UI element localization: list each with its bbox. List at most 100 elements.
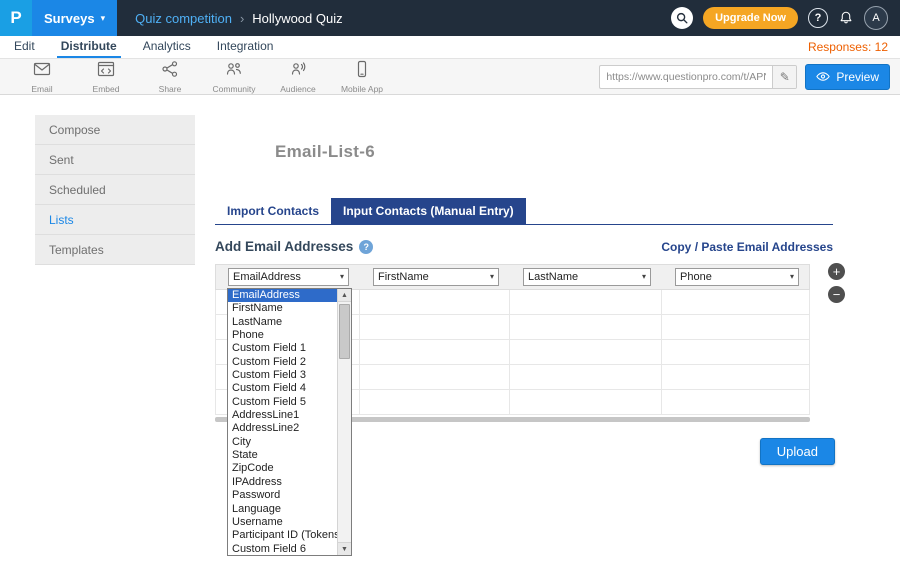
cell-firstname[interactable] xyxy=(360,390,510,414)
dropdown-option[interactable]: Password xyxy=(228,489,351,502)
column-select-emailaddress[interactable]: EmailAddress ▾ xyxy=(228,268,349,286)
chevron-down-icon: ▾ xyxy=(101,14,106,23)
breadcrumb-parent[interactable]: Quiz competition xyxy=(135,11,232,26)
cell-firstname[interactable] xyxy=(360,290,510,314)
sidebar-item-compose[interactable]: Compose xyxy=(35,115,195,145)
dropdown-option[interactable]: AddressLine1 xyxy=(228,409,351,422)
dropdown-option[interactable]: City xyxy=(228,436,351,449)
add-row-button[interactable]: + xyxy=(828,263,845,280)
surveys-menu[interactable]: P Surveys ▾ xyxy=(0,0,117,36)
column-header-3: LastName ▾ xyxy=(511,268,663,286)
dropdown-option[interactable]: Custom Field 1 xyxy=(228,342,351,355)
dropdown-option[interactable]: Custom Field 5 xyxy=(228,396,351,409)
dropdown-option[interactable]: IPAddress xyxy=(228,476,351,489)
column-select-phone[interactable]: Phone ▾ xyxy=(675,268,799,286)
tab-edit[interactable]: Edit xyxy=(10,36,39,58)
section-help-icon[interactable]: ? xyxy=(359,240,373,254)
dropdown-option[interactable]: Custom Field 2 xyxy=(228,356,351,369)
tool-community[interactable]: Community xyxy=(202,60,266,94)
tool-email-label: Email xyxy=(31,84,52,94)
remove-row-button[interactable]: − xyxy=(828,286,845,303)
notifications-bell-icon[interactable] xyxy=(838,10,854,26)
column-header-4: Phone ▾ xyxy=(663,268,811,286)
tool-embed[interactable]: Embed xyxy=(74,60,138,94)
row-controls: + − xyxy=(828,263,845,303)
mobile-app-icon xyxy=(353,60,371,83)
tab-integration[interactable]: Integration xyxy=(213,36,278,58)
tool-audience[interactable]: Audience xyxy=(266,60,330,94)
dropdown-option[interactable]: ZipCode xyxy=(228,462,351,475)
sidebar-item-scheduled[interactable]: Scheduled xyxy=(35,175,195,205)
search-icon[interactable] xyxy=(671,7,693,29)
scroll-up-icon[interactable]: ▲ xyxy=(338,289,351,302)
brand-label: Surveys ▾ xyxy=(32,0,117,36)
upload-button[interactable]: Upload xyxy=(760,438,835,465)
cell-phone[interactable] xyxy=(662,365,809,389)
cell-phone[interactable] xyxy=(662,340,809,364)
tool-mobile-app-label: Mobile App xyxy=(341,84,383,94)
tab-analytics[interactable]: Analytics xyxy=(139,36,195,58)
breadcrumb-current: Hollywood Quiz xyxy=(252,11,342,26)
scroll-down-icon[interactable]: ▼ xyxy=(338,542,351,555)
topbar: P Surveys ▾ Quiz competition › Hollywood… xyxy=(0,0,900,36)
section-header-row: Add Email Addresses ? Copy / Paste Email… xyxy=(215,239,833,254)
help-icon[interactable]: ? xyxy=(808,8,828,28)
chevron-down-icon: ▾ xyxy=(642,273,646,281)
dropdown-option[interactable]: Custom Field 6 xyxy=(228,543,351,556)
tool-share-label: Share xyxy=(159,84,182,94)
distribute-toolbar: Email Embed Share Community Audience xyxy=(0,59,900,95)
tool-share[interactable]: Share xyxy=(138,60,202,94)
responses-count[interactable]: Responses: 12 xyxy=(808,36,888,58)
dropdown-option[interactable]: Phone xyxy=(228,329,351,342)
dropdown-option[interactable]: Custom Field 3 xyxy=(228,369,351,382)
upgrade-now-button[interactable]: Upgrade Now xyxy=(703,7,798,29)
cell-phone[interactable] xyxy=(662,390,809,414)
dropdown-option[interactable]: LastName xyxy=(228,316,351,329)
section-title: Add Email Addresses ? xyxy=(215,239,373,254)
tab-distribute[interactable]: Distribute xyxy=(57,36,121,58)
preview-button[interactable]: Preview xyxy=(805,64,890,90)
column-header-1: EmailAddress ▾ xyxy=(216,268,361,286)
dropdown-option[interactable]: FirstName xyxy=(228,302,351,315)
tool-email[interactable]: Email xyxy=(10,60,74,94)
table-header-row: EmailAddress ▾ FirstName ▾ LastName xyxy=(215,264,810,290)
column-select-value: LastName xyxy=(528,271,578,283)
cell-phone[interactable] xyxy=(662,290,809,314)
logo-letter: P xyxy=(10,8,21,28)
user-avatar[interactable]: A xyxy=(864,6,888,30)
sidebar-item-templates[interactable]: Templates xyxy=(35,235,195,265)
dropdown-option[interactable]: Username xyxy=(228,516,351,529)
dropdown-scrollbar[interactable]: ▲ ▼ xyxy=(337,289,351,555)
tab-input-contacts-manual[interactable]: Input Contacts (Manual Entry) xyxy=(331,198,526,224)
tab-import-contacts[interactable]: Import Contacts xyxy=(215,198,331,224)
dropdown-option[interactable]: State xyxy=(228,449,351,462)
tool-mobile-app[interactable]: Mobile App xyxy=(330,60,394,94)
cell-lastname[interactable] xyxy=(510,365,662,389)
cell-phone[interactable] xyxy=(662,315,809,339)
dropdown-option[interactable]: AddressLine2 xyxy=(228,422,351,435)
eye-icon xyxy=(816,71,830,82)
dropdown-option[interactable]: Participant ID (Tokens) xyxy=(228,529,351,542)
cell-lastname[interactable] xyxy=(510,390,662,414)
cell-lastname[interactable] xyxy=(510,290,662,314)
list-title: Email-List-6 xyxy=(275,142,865,162)
sidebar-item-sent[interactable]: Sent xyxy=(35,145,195,175)
column-select-firstname[interactable]: FirstName ▾ xyxy=(373,268,499,286)
tool-community-label: Community xyxy=(213,84,256,94)
edit-url-pencil-icon[interactable]: ✎ xyxy=(772,66,796,88)
copy-paste-link[interactable]: Copy / Paste Email Addresses xyxy=(661,240,833,254)
audience-icon xyxy=(289,60,307,83)
cell-firstname[interactable] xyxy=(360,340,510,364)
cell-lastname[interactable] xyxy=(510,340,662,364)
cell-lastname[interactable] xyxy=(510,315,662,339)
dropdown-option[interactable]: Custom Field 4 xyxy=(228,382,351,395)
cell-firstname[interactable] xyxy=(360,365,510,389)
column-select-value: EmailAddress xyxy=(233,271,301,283)
survey-url-input[interactable] xyxy=(600,71,772,83)
scrollbar-thumb[interactable] xyxy=(339,304,350,359)
column-select-lastname[interactable]: LastName ▾ xyxy=(523,268,651,286)
cell-firstname[interactable] xyxy=(360,315,510,339)
dropdown-option[interactable]: EmailAddress xyxy=(228,289,351,302)
dropdown-option[interactable]: Language xyxy=(228,503,351,516)
sidebar-item-lists[interactable]: Lists xyxy=(35,205,195,235)
